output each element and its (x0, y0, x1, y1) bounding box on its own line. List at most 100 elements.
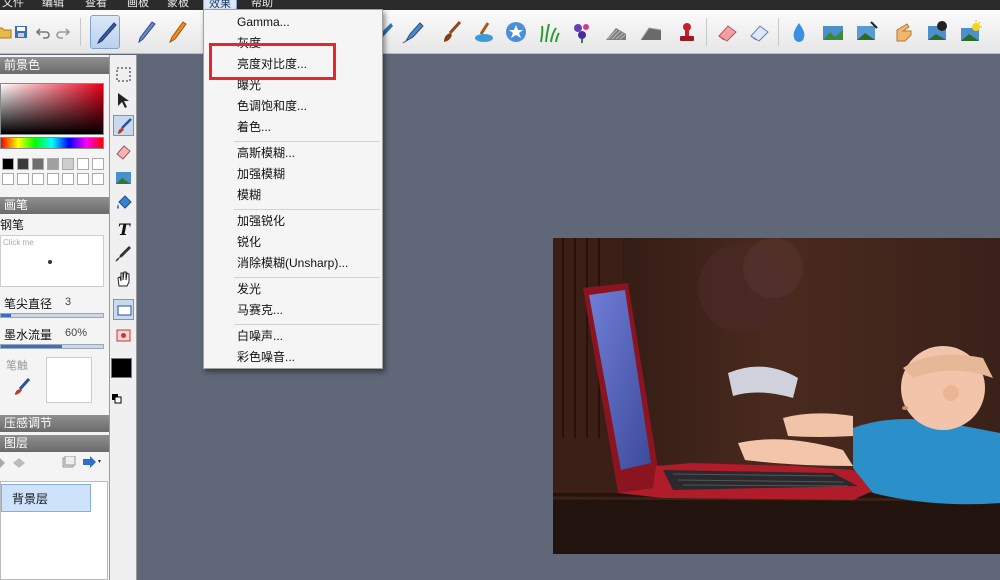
eraser-icon[interactable] (712, 15, 742, 49)
star-brush-icon[interactable] (501, 15, 531, 49)
swatch[interactable] (62, 173, 74, 185)
swatch[interactable] (47, 158, 59, 170)
menu-item-color-noise[interactable]: 彩色噪音... (205, 347, 381, 368)
layer-row[interactable]: 背景层 (1, 484, 91, 512)
swatch[interactable] (92, 173, 104, 185)
text-tool-icon[interactable]: T (113, 218, 134, 239)
tip-size-value: 3 (65, 296, 72, 308)
color-picker-gradient[interactable] (0, 83, 104, 135)
undo-icon[interactable] (35, 24, 51, 40)
menu-item-glow[interactable]: 发光 (205, 279, 381, 300)
highlight-annotation (209, 43, 336, 80)
pen-icon[interactable] (90, 15, 120, 49)
menu-separator (234, 277, 380, 278)
ink-flow-value: 60% (65, 327, 88, 339)
swatch[interactable] (17, 158, 29, 170)
swatch[interactable] (77, 158, 89, 170)
marker-icon[interactable] (398, 15, 428, 49)
soft-eraser-icon[interactable] (744, 15, 774, 49)
ink-flow-label: 墨水流量 (4, 328, 53, 342)
finger-icon[interactable] (888, 15, 918, 49)
layer-arrow-icon[interactable] (0, 457, 6, 471)
swatch[interactable] (2, 173, 14, 185)
layer-new-icon[interactable] (62, 455, 76, 471)
menu-bar: 文件 编辑 查看 画板 蒙板 效果 帮助 (0, 0, 1000, 10)
swatch[interactable] (47, 173, 59, 185)
hatch-brush-icon[interactable] (601, 15, 631, 49)
foreground-color-header: 前景色 (0, 57, 109, 74)
foreground-color-box[interactable] (111, 358, 132, 378)
eyedropper-icon[interactable] (113, 243, 134, 264)
menu-item-strong-blur[interactable]: 加强模糊 (205, 164, 381, 185)
svg-text:T: T (118, 220, 131, 238)
folder-icon[interactable] (0, 24, 12, 40)
menu-item-blur[interactable]: 模糊 (205, 185, 381, 206)
swap-colors-icon[interactable] (112, 393, 122, 407)
paint-brush-icon[interactable] (437, 15, 467, 49)
brush-tool-icon[interactable] (113, 115, 134, 136)
layer-name: 背景层 (12, 492, 49, 506)
tip-size-fill (1, 314, 12, 317)
menu-item-unsharp[interactable]: 消除模糊(Unsharp)... (205, 253, 381, 274)
image-tool-icon[interactable] (113, 167, 134, 188)
tip-size-label: 笔尖直径 (4, 297, 53, 311)
sun-icon[interactable] (956, 15, 986, 49)
image-brush-icon[interactable] (852, 15, 882, 49)
menu-canvas[interactable]: 画板 (127, 0, 149, 10)
brush-header: 画笔 (0, 197, 109, 214)
hue-slider[interactable] (0, 137, 104, 149)
flower-brush-icon[interactable] (567, 15, 597, 49)
menu-item-sharpen[interactable]: 锐化 (205, 232, 381, 253)
fill-tool-icon[interactable] (113, 193, 134, 214)
menu-view[interactable]: 查看 (85, 0, 107, 10)
menu-separator (234, 324, 380, 325)
pencil-icon[interactable] (131, 15, 161, 49)
menu-separator (234, 209, 380, 210)
swatch[interactable] (77, 173, 89, 185)
menu-item-strong-sharpen[interactable]: 加强锐化 (205, 211, 381, 232)
menu-item-gamma[interactable]: Gamma... (205, 12, 381, 33)
menu-item-gaussian-blur[interactable]: 高斯模糊... (205, 143, 381, 164)
swatch[interactable] (32, 158, 44, 170)
eraser-tool-icon[interactable] (113, 141, 134, 162)
canvas-photo[interactable] (553, 238, 1000, 554)
pressure-header[interactable]: 压感调节 (0, 415, 109, 432)
brush-name: 钢笔 (0, 218, 25, 232)
swatch[interactable] (2, 158, 14, 170)
crayon-icon[interactable] (162, 15, 192, 49)
toolbar (0, 10, 1000, 54)
menu-mask[interactable]: 蒙板 (167, 0, 189, 10)
swatch[interactable] (92, 158, 104, 170)
water-drop-icon[interactable] (784, 15, 814, 49)
menu-item-white-noise[interactable]: 白噪声... (205, 326, 381, 347)
menu-edit[interactable]: 编辑 (42, 0, 64, 10)
smudge-icon[interactable] (818, 15, 848, 49)
burn-icon[interactable] (923, 15, 953, 49)
hand-icon[interactable] (113, 268, 134, 289)
ink-flow-slider[interactable] (0, 344, 104, 349)
save-icon[interactable] (13, 24, 29, 40)
layer-merge-icon[interactable] (13, 457, 25, 471)
left-panel: 前景色 画笔 钢笔 Click me 笔尖直径 3 墨水流量 60% 笔触 压感… (0, 55, 110, 580)
menu-item-hue-saturation[interactable]: 色调饱和度... (205, 96, 381, 117)
marquee-select-icon[interactable] (113, 64, 134, 85)
preview-hint: Click me (3, 238, 34, 247)
menu-separator (234, 141, 380, 142)
grass-brush-icon[interactable] (534, 15, 564, 49)
menu-item-colorize[interactable]: 着色... (205, 117, 381, 138)
swatch[interactable] (62, 158, 74, 170)
menu-item-mosaic[interactable]: 马赛克... (205, 300, 381, 321)
paint-bucket-icon[interactable] (469, 15, 499, 49)
texture-brush-icon[interactable] (636, 15, 666, 49)
swatch[interactable] (32, 173, 44, 185)
brush-preview-area[interactable]: Click me (0, 235, 104, 287)
move-icon[interactable] (113, 90, 134, 111)
image-frame-icon[interactable] (113, 325, 134, 346)
tip-size-slider[interactable] (0, 313, 104, 318)
swatch[interactable] (17, 173, 29, 185)
menu-file[interactable]: 文件 (2, 0, 24, 10)
rect-shape-icon[interactable] (113, 299, 134, 320)
redo-icon[interactable] (55, 24, 71, 40)
stamp-icon[interactable] (672, 15, 702, 49)
layer-menu-icon[interactable] (82, 456, 104, 471)
